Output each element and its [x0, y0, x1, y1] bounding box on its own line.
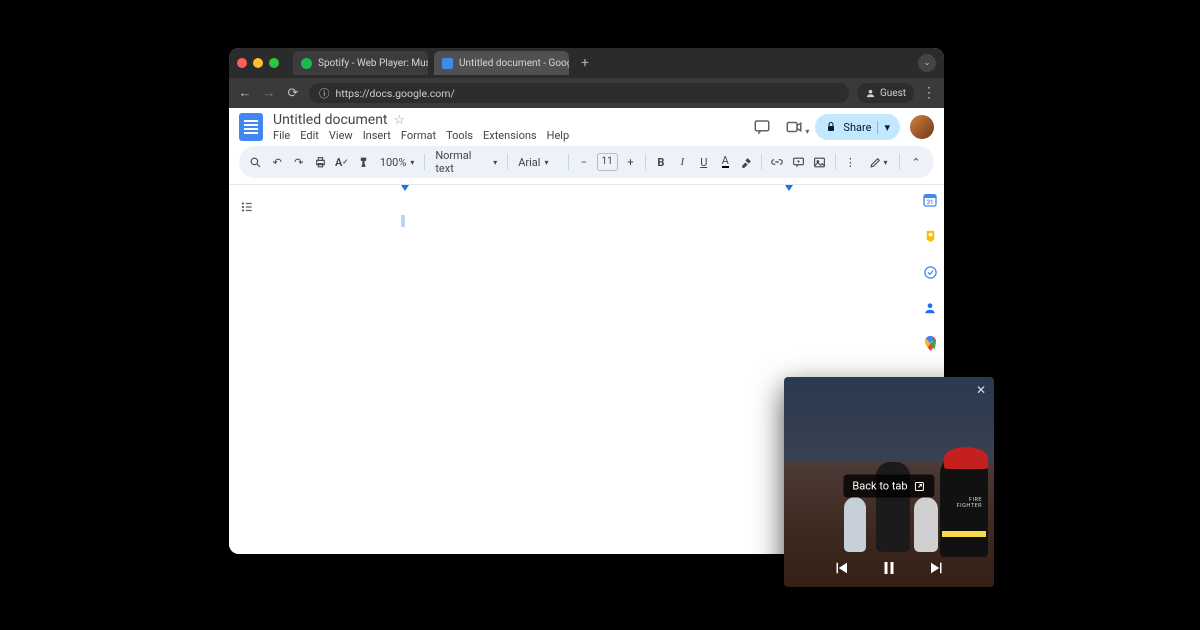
share-dropdown-icon[interactable]: ▾ — [877, 121, 890, 134]
document-outline-button[interactable] — [237, 197, 257, 217]
traffic-lights — [237, 58, 279, 68]
person-icon — [865, 88, 876, 99]
menu-view[interactable]: View — [329, 129, 353, 142]
share-button[interactable]: Share ▾ — [815, 114, 900, 140]
menu-file[interactable]: File — [273, 129, 290, 142]
add-comment-button[interactable] — [790, 151, 807, 173]
back-to-tab-label: Back to tab — [852, 480, 907, 493]
maps-icon[interactable] — [921, 335, 939, 353]
paint-format-button[interactable] — [354, 151, 371, 173]
text-cursor — [401, 215, 405, 227]
increase-font-size-button[interactable]: + — [622, 151, 639, 173]
menu-format[interactable]: Format — [401, 129, 436, 142]
pip-close-button[interactable]: ✕ — [976, 383, 986, 397]
zoom-select[interactable]: 100%▾ — [376, 156, 419, 169]
window-zoom-button[interactable] — [269, 58, 279, 68]
menu-edit[interactable]: Edit — [300, 129, 319, 142]
left-indent-marker[interactable] — [401, 185, 409, 191]
text-color-button[interactable]: A — [717, 151, 734, 173]
calendar-icon[interactable]: 31 — [921, 191, 939, 209]
url-text: https://docs.google.com/ — [336, 87, 455, 100]
menu-extensions[interactable]: Extensions — [483, 129, 537, 142]
google-docs-logo[interactable] — [239, 113, 263, 141]
firefighter-text: FIRE FIGHTER — [957, 497, 982, 509]
search-menus-button[interactable] — [247, 151, 264, 173]
docs-header: Untitled document ☆ File Edit View Inser… — [229, 108, 944, 146]
highlight-color-button[interactable] — [738, 151, 755, 173]
tab-bar: Spotify - Web Player: Music f… × Untitle… — [229, 48, 944, 78]
right-indent-marker[interactable] — [785, 185, 793, 191]
comment-history-button[interactable] — [751, 116, 773, 138]
profile-chip[interactable]: Guest — [857, 83, 914, 103]
tasks-icon[interactable] — [921, 263, 939, 281]
pencil-icon — [869, 156, 882, 169]
redo-button[interactable]: ↷ — [290, 151, 307, 173]
previous-track-button[interactable] — [832, 559, 850, 577]
menu-tools[interactable]: Tools — [446, 129, 473, 142]
open-in-tab-icon — [914, 480, 926, 492]
horizontal-ruler[interactable] — [265, 185, 882, 195]
menu-help[interactable]: Help — [547, 129, 570, 142]
contacts-icon[interactable] — [921, 299, 939, 317]
tab-spotify[interactable]: Spotify - Web Player: Music f… × — [293, 51, 428, 75]
tab-google-docs[interactable]: Untitled document - Google D… × — [434, 51, 569, 75]
insert-link-button[interactable] — [768, 151, 785, 173]
pause-button[interactable] — [880, 559, 898, 577]
window-close-button[interactable] — [237, 58, 247, 68]
meet-call-button[interactable]: ▾ — [783, 116, 805, 138]
browser-menu-button[interactable]: ⋮ — [922, 85, 936, 101]
window-minimize-button[interactable] — [253, 58, 263, 68]
reload-button[interactable]: ⟳ — [285, 85, 301, 101]
url-field[interactable]: ⓘ https://docs.google.com/ — [309, 83, 849, 103]
menu-insert[interactable]: Insert — [363, 129, 391, 142]
font-size-input[interactable]: 11 — [597, 153, 618, 171]
undo-button[interactable]: ↶ — [268, 151, 285, 173]
font-family-select[interactable]: Arial▾ — [514, 156, 562, 169]
profile-label: Guest — [880, 88, 906, 99]
more-toolbar-button[interactable]: ⋮ — [842, 151, 859, 173]
new-tab-button[interactable]: + — [575, 53, 595, 73]
decrease-font-size-button[interactable]: − — [575, 151, 592, 173]
italic-button[interactable]: I — [674, 151, 691, 173]
share-label: Share — [843, 121, 871, 134]
address-bar: ← → ⟳ ⓘ https://docs.google.com/ Guest ⋮ — [229, 78, 944, 108]
insert-image-button[interactable] — [811, 151, 828, 173]
menu-bar: File Edit View Insert Format Tools Exten… — [273, 129, 741, 142]
docs-icon — [442, 58, 453, 69]
back-to-tab-button[interactable]: Back to tab — [843, 475, 934, 498]
account-avatar[interactable] — [910, 115, 934, 139]
print-button[interactable] — [311, 151, 328, 173]
window-collapse-button[interactable]: ⌄ — [918, 54, 936, 72]
back-button[interactable]: ← — [237, 85, 253, 101]
svg-text:31: 31 — [927, 199, 934, 206]
lock-icon — [825, 121, 837, 133]
next-track-button[interactable] — [928, 559, 946, 577]
tab-label: Spotify - Web Player: Music f… — [318, 58, 428, 69]
picture-in-picture-window[interactable]: FIRE FIGHTER ✕ Back to tab — [784, 377, 994, 587]
pip-media-controls — [784, 559, 994, 577]
tab-label: Untitled document - Google D… — [459, 58, 569, 69]
spotify-icon — [301, 58, 312, 69]
keep-icon[interactable] — [921, 227, 939, 245]
formatting-toolbar: ↶ ↷ A✓ 100%▾ Normal text▾ Arial▾ − 11 + … — [239, 146, 934, 178]
site-info-icon[interactable]: ⓘ — [319, 86, 330, 101]
spellcheck-button[interactable]: A✓ — [333, 151, 350, 173]
editing-mode-button[interactable]: ▾ — [863, 151, 893, 173]
star-icon[interactable]: ☆ — [394, 113, 406, 128]
forward-button[interactable]: → — [261, 85, 277, 101]
bold-button[interactable]: B — [652, 151, 669, 173]
collapse-toolbar-button[interactable]: ⌃ — [906, 151, 926, 173]
underline-button[interactable]: U — [695, 151, 712, 173]
paragraph-style-select[interactable]: Normal text▾ — [431, 149, 501, 175]
document-title[interactable]: Untitled document — [273, 112, 388, 128]
